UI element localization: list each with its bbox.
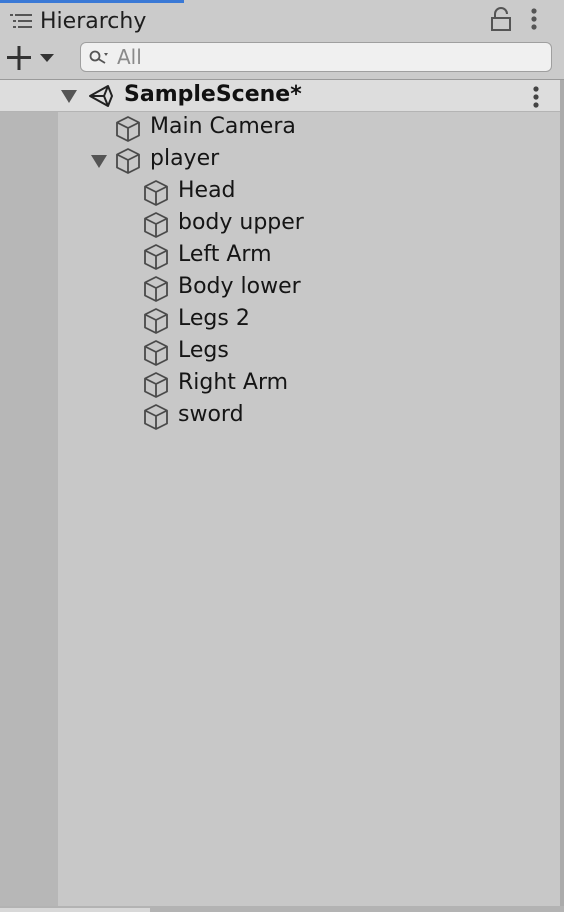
search-icon xyxy=(89,50,108,64)
gameobject-cube-icon xyxy=(144,308,168,334)
tree-item-legs-2[interactable]: Legs 2 xyxy=(58,304,560,336)
scrollbar-track[interactable] xyxy=(560,80,564,912)
gameobject-cube-icon xyxy=(144,244,168,270)
tree-item-label: Left Arm xyxy=(178,242,272,267)
gameobject-cube-icon xyxy=(116,148,140,174)
search-field[interactable] xyxy=(80,42,552,72)
tree-item-main-camera[interactable]: Main Camera xyxy=(58,112,560,144)
tab-hierarchy[interactable]: Hierarchy xyxy=(0,0,184,38)
bottom-border-highlight xyxy=(0,908,150,912)
tree-item-right-arm[interactable]: Right Arm xyxy=(58,368,560,400)
tree-item-head[interactable]: Head xyxy=(58,176,560,208)
gameobject-cube-icon xyxy=(144,404,168,430)
hierarchy-window: Hierarchy All SampleScene* Main Camera p… xyxy=(0,0,564,912)
tree-item-label: Legs 2 xyxy=(178,306,250,331)
tree-item-sword[interactable]: sword xyxy=(58,400,560,432)
tree-item-body-lower[interactable]: Body lower xyxy=(58,272,560,304)
gameobject-cube-icon xyxy=(116,116,140,142)
lock-icon[interactable] xyxy=(490,7,512,31)
gameobject-cube-icon xyxy=(144,340,168,366)
tree-item-label: Main Camera xyxy=(150,114,296,139)
tree-item-label: Head xyxy=(178,178,236,203)
tree-item-label: Legs xyxy=(178,338,229,363)
gameobject-cube-icon xyxy=(144,276,168,302)
tree-item-label: Body lower xyxy=(178,274,301,299)
gameobject-cube-icon xyxy=(144,212,168,238)
scene-row[interactable]: SampleScene* xyxy=(0,80,564,112)
add-button[interactable] xyxy=(4,43,64,73)
tree-item-body-upper[interactable]: body upper xyxy=(58,208,560,240)
foldout-arrow-icon[interactable] xyxy=(90,153,108,169)
kebab-menu-icon[interactable] xyxy=(526,84,546,110)
toolbar xyxy=(0,38,564,80)
gameobject-cube-icon xyxy=(144,180,168,206)
tab-strip: Hierarchy xyxy=(0,0,564,38)
search-input[interactable] xyxy=(117,43,537,71)
hierarchy-tree: Main Camera player Head body upper Left … xyxy=(58,112,560,906)
tree-item-label: Right Arm xyxy=(178,370,289,395)
tree-item-player[interactable]: player xyxy=(58,144,560,176)
hierarchy-gutter xyxy=(0,112,58,912)
gameobject-cube-icon xyxy=(144,372,168,398)
scene-title: SampleScene* xyxy=(124,82,302,107)
unity-icon xyxy=(89,85,113,107)
tree-item-legs[interactable]: Legs xyxy=(58,336,560,368)
tree-item-left-arm[interactable]: Left Arm xyxy=(58,240,560,272)
tree-item-label: body upper xyxy=(178,210,304,235)
kebab-menu-icon[interactable] xyxy=(524,6,544,32)
tree-item-label: player xyxy=(150,146,220,171)
chevron-down-icon xyxy=(40,54,54,62)
tab-title: Hierarchy xyxy=(40,9,147,34)
tree-item-label: sword xyxy=(178,402,244,427)
list-icon xyxy=(10,14,32,28)
scene-foldout-arrow-icon[interactable] xyxy=(60,88,78,104)
